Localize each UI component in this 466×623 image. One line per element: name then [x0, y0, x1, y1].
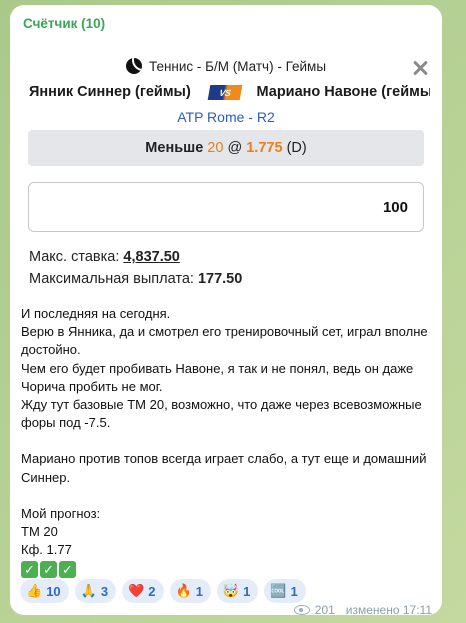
league-label[interactable]: ATP Rome - R2: [10, 109, 442, 125]
fire-icon: 🔥: [175, 583, 192, 598]
message-paragraph: И последняя на сегодня. Верю в Янника, д…: [21, 306, 428, 431]
check-marks: ✓ ✓ ✓: [21, 561, 433, 579]
reaction-count: 1: [290, 583, 298, 599]
max-payout-value: 177.50: [197, 271, 243, 287]
reactions-bar: 👍 10 🙏 3 ❤️ 2 🔥 1 🤯 1 🆒 1: [20, 579, 306, 603]
channel-name[interactable]: Счётчик (10): [23, 16, 105, 31]
close-icon[interactable]: [412, 60, 428, 76]
reaction-mind-blown[interactable]: 🤯 1: [216, 579, 259, 603]
bet-suffix: (D): [286, 140, 307, 156]
reaction-heart[interactable]: ❤️ 2: [122, 579, 164, 603]
max-stake-value[interactable]: 4,837.50: [123, 249, 179, 265]
check-mark-icon: ✓: [59, 561, 76, 579]
bet-at: @: [227, 140, 243, 156]
bet-line: 20: [207, 140, 224, 156]
message-text: И последняя на сегодня. Верю в Янника, д…: [21, 305, 433, 579]
team-right: Мариано Навоне (геймы): [256, 84, 431, 100]
reaction-count: 1: [243, 583, 251, 599]
edited-time: изменено 17:11: [345, 603, 432, 617]
message-paragraph: Мой прогноз: ТМ 20 Кф. 1.77: [21, 505, 101, 558]
check-mark-icon: ✓: [40, 561, 57, 579]
reaction-fire[interactable]: 🔥 1: [169, 579, 211, 603]
max-stake-label: Макс. ставка:: [29, 249, 120, 265]
bet-widget-header: Теннис - Б/М (Матч) - Геймы: [10, 58, 442, 74]
max-stake-row: Макс. ставка: 4,837.50: [29, 246, 242, 268]
stake-input[interactable]: 100: [28, 182, 424, 232]
reaction-count: 2: [148, 583, 156, 599]
reaction-pray[interactable]: 🙏 3: [74, 579, 117, 603]
mind-blown-icon: 🤯: [222, 583, 240, 598]
reaction-count: 1: [195, 583, 203, 599]
market-title: Теннис - Б/М (Матч) - Геймы: [148, 58, 327, 74]
reaction-thumbs-up[interactable]: 👍 10: [20, 579, 69, 603]
reaction-count: 10: [46, 583, 61, 599]
max-payout-label: Максимальная выплата:: [29, 271, 194, 287]
message-meta: 201 изменено 17:11: [293, 603, 432, 617]
pray-icon: 🙏: [80, 583, 97, 598]
team-left: Янник Синнер (геймы): [29, 84, 191, 100]
match-teams: Янник Синнер (геймы) VS Мариано Навоне (…: [29, 84, 430, 100]
views-count: 201: [314, 603, 335, 617]
reaction-cool[interactable]: 🆒 1: [264, 579, 306, 603]
bet-odds: 1.775: [246, 140, 283, 156]
check-mark-icon: ✓: [21, 561, 38, 579]
message-bubble: Счётчик (10) Теннис - Б/М (Матч) - Геймы…: [10, 5, 442, 617]
cool-icon: 🆒: [270, 583, 287, 598]
max-payout-row: Максимальная выплата: 177.50: [29, 268, 242, 290]
tennis-ball-icon: [125, 58, 142, 74]
heart-icon: ❤️: [128, 583, 145, 598]
bet-limits: Макс. ставка: 4,837.50 Максимальная выпл…: [29, 246, 242, 290]
thumbs-up-icon: 👍: [26, 583, 43, 598]
message-paragraph: Мариано против топов всегда играет слабо…: [21, 451, 431, 485]
vs-badge: VS: [207, 84, 242, 100]
bet-type: Меньше: [145, 140, 204, 156]
bet-selection[interactable]: Меньше 20 @ 1.775 (D): [28, 130, 424, 166]
eye-icon: [293, 605, 310, 615]
reaction-count: 3: [100, 583, 109, 599]
